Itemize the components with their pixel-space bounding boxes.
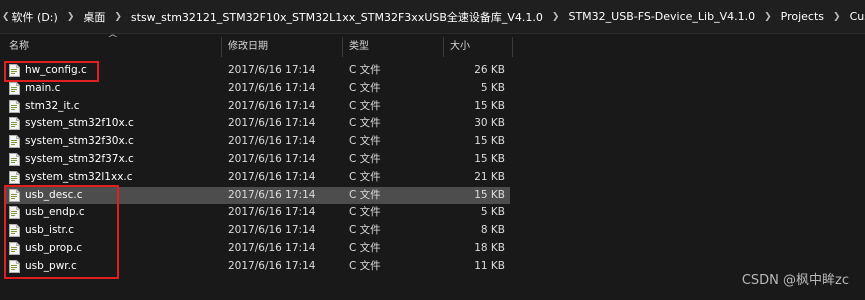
file-date: 2017/6/16 17:14 (228, 135, 316, 148)
file-date: 2017/6/16 17:14 (228, 188, 316, 201)
file-row[interactable]: system_stm32l1xx.c 2017/6/16 17:14 C 文件 21 … (0, 169, 865, 187)
c-file-icon (9, 259, 20, 273)
sort-ascending-icon: ^ (106, 34, 119, 44)
file-date: 2017/6/16 17:14 (228, 99, 316, 112)
file-date: 2017/6/16 17:14 (228, 170, 316, 183)
file-type: C 文件 (349, 241, 381, 254)
file-type: C 文件 (349, 64, 381, 76)
breadcrumb-item-custom-hid[interactable]: Custom_HID (848, 10, 865, 23)
chevron-right-icon[interactable]: ❯ (757, 12, 779, 22)
file-size: 15 KB (474, 135, 505, 148)
file-row[interactable]: usb_pwr.c 2017/6/16 17:14 C 文件 11 KB (0, 258, 865, 276)
file-name: hw_config.c (25, 64, 87, 76)
file-date: 2017/6/16 17:14 (228, 152, 316, 165)
c-file-icon (9, 152, 20, 166)
column-header-date-label: 修改日期 (228, 41, 268, 52)
file-list: hw_config.c 2017/6/16 17:14 C 文件 26 KB main.… (0, 62, 865, 276)
file-name: system_stm32f10x.c (25, 117, 134, 130)
file-size: 30 KB (474, 117, 505, 130)
file-date: 2017/6/16 17:14 (228, 117, 316, 130)
column-header-row: 名称 ^ 修改日期 类型 大小 (0, 34, 865, 60)
breadcrumb-item-drive[interactable]: 软件 (D:) (10, 9, 60, 25)
chevron-right-icon[interactable]: ❯ (60, 12, 82, 22)
file-size: 15 KB (474, 99, 505, 112)
column-header-name[interactable]: 名称 ^ (3, 34, 221, 60)
file-name: usb_endp.c (25, 206, 85, 219)
file-size: 5 KB (480, 206, 505, 219)
c-file-icon (9, 135, 20, 149)
file-name: system_stm32f30x.c (25, 135, 134, 148)
file-type: C 文件 (349, 117, 381, 130)
chevron-right-icon[interactable]: ❯ (107, 12, 129, 22)
breadcrumb-item-desktop[interactable]: 桌面 (81, 9, 107, 25)
file-name: usb_prop.c (25, 241, 82, 254)
file-row[interactable]: usb_prop.c 2017/6/16 17:14 C 文件 18 KB (0, 240, 865, 258)
file-size: 26 KB (474, 64, 505, 76)
file-type: C 文件 (349, 259, 381, 272)
file-type: C 文件 (349, 188, 381, 201)
watermark: CSDN @枫中眸zc (741, 273, 849, 288)
file-type: C 文件 (349, 152, 381, 165)
column-header-date[interactable]: 修改日期 (222, 34, 342, 60)
file-date: 2017/6/16 17:14 (228, 81, 316, 94)
breadcrumb-item-lib-folder[interactable]: STM32_USB-FS-Device_Lib_V4.1.0 (566, 10, 757, 23)
file-type: C 文件 (349, 224, 381, 237)
file-name: stm32_it.c (25, 99, 80, 112)
file-size: 11 KB (474, 259, 505, 272)
file-name: main.c (25, 81, 61, 94)
file-date: 2017/6/16 17:14 (228, 241, 316, 254)
column-header-size[interactable]: 大小 (444, 34, 512, 60)
chevron-right-icon[interactable]: ❯ (545, 12, 567, 22)
file-row[interactable]: usb_istr.c 2017/6/16 17:14 C 文件 8 KB (0, 222, 865, 240)
column-header-type[interactable]: 类型 (343, 34, 443, 60)
file-type: C 文件 (349, 206, 381, 219)
c-file-icon (9, 64, 20, 77)
file-name: usb_desc.c (25, 188, 83, 201)
c-file-icon (9, 81, 20, 95)
file-row[interactable]: stm32_it.c 2017/6/16 17:14 C 文件 15 KB (0, 98, 865, 116)
file-name: system_stm32f37x.c (25, 152, 134, 165)
c-file-icon (9, 170, 20, 184)
file-name: system_stm32l1xx.c (25, 170, 133, 183)
file-type: C 文件 (349, 170, 381, 183)
file-type: C 文件 (349, 135, 381, 148)
file-type: C 文件 (349, 81, 381, 94)
breadcrumb: ❮ 软件 (D:) ❯ 桌面 ❯ stsw_stm32121_STM32F10x… (0, 0, 865, 34)
c-file-icon (9, 188, 20, 202)
c-file-icon (9, 241, 20, 255)
file-type: C 文件 (349, 99, 381, 112)
file-date: 2017/6/16 17:14 (228, 64, 316, 76)
file-size: 21 KB (474, 170, 505, 183)
column-header-name-label: 名称 (9, 41, 29, 52)
c-file-icon (9, 224, 20, 238)
file-name: usb_pwr.c (25, 259, 77, 272)
chevron-left-icon[interactable]: ❮ (2, 12, 10, 22)
file-size: 5 KB (480, 81, 505, 94)
breadcrumb-item-projects[interactable]: Projects (779, 10, 826, 23)
chevron-right-icon[interactable]: ❯ (826, 12, 848, 22)
c-file-icon (9, 117, 20, 131)
file-row[interactable]: main.c 2017/6/16 17:14 C 文件 5 KB (0, 80, 865, 98)
file-date: 2017/6/16 17:14 (228, 224, 316, 237)
file-size: 18 KB (474, 241, 505, 254)
file-row[interactable]: system_stm32f30x.c 2017/6/16 17:14 C 文件 15 … (0, 133, 865, 151)
file-date: 2017/6/16 17:14 (228, 259, 316, 272)
file-date: 2017/6/16 17:14 (228, 206, 316, 219)
file-row[interactable]: usb_desc.c 2017/6/16 17:14 C 文件 15 KB (0, 186, 865, 205)
file-row[interactable]: system_stm32f37x.c 2017/6/16 17:14 C 文件 15 … (0, 151, 865, 169)
file-row[interactable]: hw_config.c 2017/6/16 17:14 C 文件 26 KB (0, 62, 865, 80)
file-size: 15 KB (474, 152, 505, 165)
file-row[interactable]: system_stm32f10x.c 2017/6/16 17:14 C 文件 30 … (0, 115, 865, 133)
file-name: usb_istr.c (25, 224, 75, 237)
c-file-icon (9, 206, 20, 220)
file-size: 15 KB (474, 188, 505, 201)
file-row[interactable]: usb_endp.c 2017/6/16 17:14 C 文件 5 KB (0, 204, 865, 222)
column-divider[interactable] (512, 37, 513, 57)
column-header-size-label: 大小 (450, 41, 470, 52)
file-size: 8 KB (480, 224, 505, 237)
breadcrumb-item-stsw-folder[interactable]: stsw_stm32121_STM32F10x_STM32L1xx_STM32F… (129, 9, 545, 25)
column-header-type-label: 类型 (349, 41, 369, 52)
c-file-icon (9, 99, 20, 113)
